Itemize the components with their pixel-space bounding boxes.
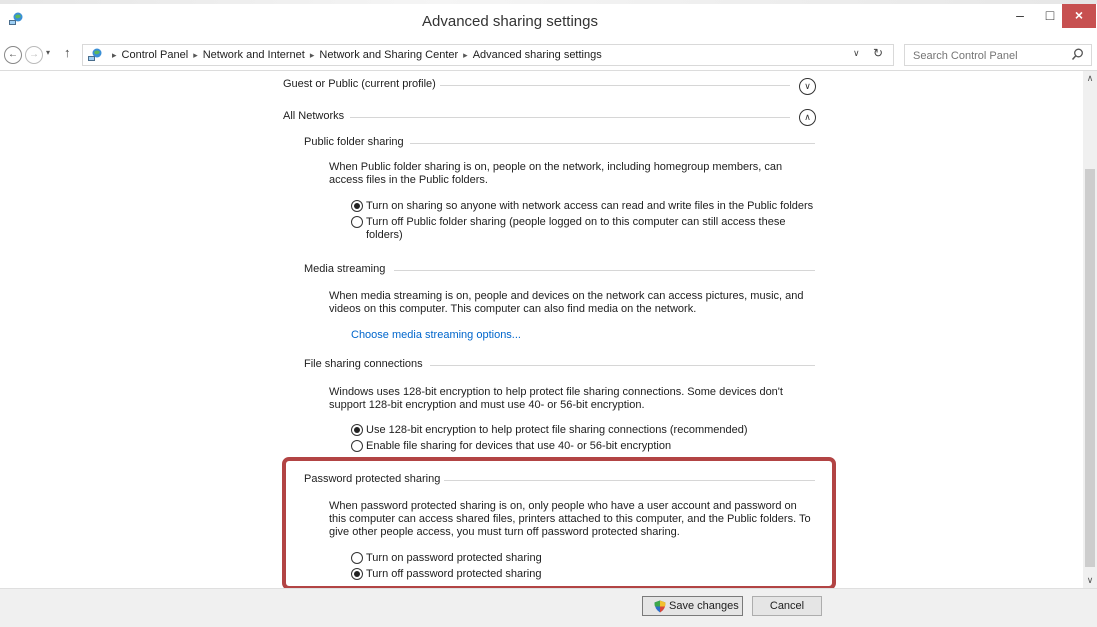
section-heading-public-folder: Public folder sharing (304, 136, 404, 148)
back-arrow-icon[interactable]: ← (4, 46, 22, 64)
expand-chevron-icon[interactable]: ∨ (799, 78, 816, 95)
chevron-right-icon: ▸ (112, 50, 117, 60)
breadcrumb-network-and-internet[interactable]: Network and Internet (203, 49, 305, 61)
breadcrumb-network-and-sharing-center[interactable]: Network and Sharing Center (319, 49, 458, 61)
uac-shield-icon (654, 600, 666, 613)
radio-label[interactable]: Turn off Public folder sharing (people l… (366, 216, 821, 242)
up-arrow-icon[interactable]: ↑ (64, 45, 71, 60)
chevron-down-icon[interactable]: ∨ (853, 48, 860, 59)
radio-unchecked-icon[interactable] (351, 440, 363, 452)
scroll-down-arrow-icon[interactable]: ∨ (1083, 575, 1097, 586)
chevron-right-icon[interactable]: ▸ (310, 50, 315, 60)
title-bar: Advanced sharing settings – □ × (0, 0, 1097, 41)
radio-unchecked-icon[interactable] (351, 216, 363, 228)
scrollbar-thumb[interactable] (1085, 169, 1095, 567)
vertical-scrollbar[interactable]: ∧ ∨ (1083, 71, 1097, 588)
media-streaming-options-link[interactable]: Choose media streaming options... (351, 329, 521, 341)
radio-checked-icon[interactable] (351, 424, 363, 436)
breadcrumb-advanced-sharing-settings[interactable]: Advanced sharing settings (473, 49, 602, 61)
highlight-box (282, 457, 836, 590)
minimize-button[interactable]: – (1005, 4, 1035, 28)
section-heading-media-streaming: Media streaming (304, 263, 386, 275)
scroll-up-arrow-icon[interactable]: ∧ (1083, 73, 1097, 84)
search-box[interactable] (904, 44, 1092, 66)
save-changes-button[interactable]: Save changes (642, 596, 743, 616)
forward-arrow-icon[interactable]: → (25, 46, 43, 64)
search-icon[interactable] (1071, 48, 1084, 61)
section-heading-file-sharing: File sharing connections (304, 358, 423, 370)
radio-checked-icon[interactable] (351, 200, 363, 212)
collapse-chevron-icon[interactable]: ∧ (799, 109, 816, 126)
divider (350, 117, 790, 118)
address-bar: ← → ▾ ↑ ▸ Control Panel ▸ Network and Inter… (0, 40, 1097, 71)
breadcrumb[interactable]: ▸ Control Panel ▸ Network and Internet ▸ Netw… (82, 44, 894, 66)
control-panel-window: Advanced sharing settings – □ × ← → ▾ ↑ … (0, 0, 1097, 627)
radio-label[interactable]: Turn on sharing so anyone with network a… (366, 200, 821, 213)
public-folder-description: When Public folder sharing is on, people… (329, 161, 783, 186)
action-bar: Save changes Cancel (0, 588, 1097, 627)
close-button[interactable]: × (1062, 4, 1096, 28)
divider (394, 270, 815, 271)
divider (430, 365, 815, 366)
media-streaming-description: When media streaming is on, people and d… (329, 290, 804, 315)
profile-all-networks-label[interactable]: All Networks (283, 110, 344, 122)
chevron-right-icon[interactable]: ▸ (463, 50, 468, 60)
chevron-right-icon[interactable]: ▸ (193, 50, 198, 60)
breadcrumb-items: ▸ Control Panel ▸ Network and Internet ▸ Netw… (107, 49, 602, 61)
breadcrumb-control-panel[interactable]: Control Panel (122, 49, 189, 61)
recent-locations-icon[interactable]: ▾ (46, 48, 50, 57)
save-button-label[interactable]: Save changes (669, 597, 739, 616)
network-icon (88, 48, 102, 61)
radio-label[interactable]: Enable file sharing for devices that use… (366, 440, 821, 453)
file-sharing-description: Windows uses 128-bit encryption to help … (329, 386, 783, 411)
profile-guest-public-label[interactable]: Guest or Public (current profile) (283, 78, 436, 90)
maximize-button[interactable]: □ (1035, 4, 1065, 28)
window-title: Advanced sharing settings (422, 13, 598, 30)
divider (440, 85, 790, 86)
radio-label[interactable]: Use 128-bit encryption to help protect f… (366, 424, 821, 437)
divider (410, 143, 815, 144)
refresh-icon[interactable]: ↻ (873, 46, 883, 60)
search-input[interactable] (911, 47, 1065, 64)
cancel-button[interactable]: Cancel (752, 596, 822, 616)
